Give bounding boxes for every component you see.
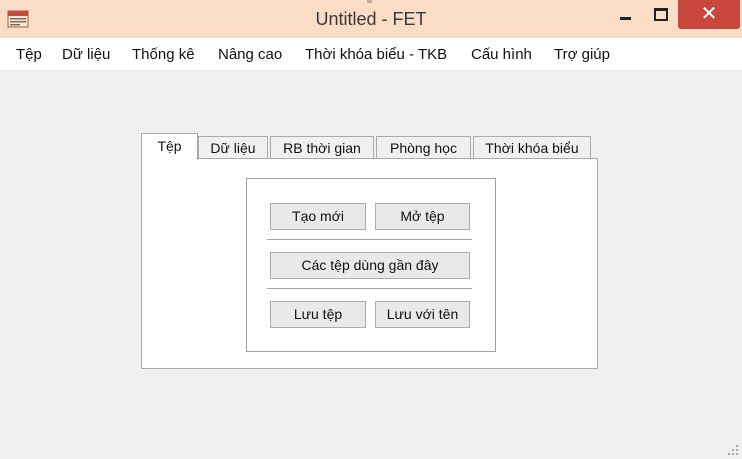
separator (267, 239, 472, 241)
save-as-button[interactable]: Lưu với tên (375, 301, 470, 328)
separator (267, 288, 472, 290)
menu-help[interactable]: Trợ giúp (554, 46, 610, 63)
tab-timetable[interactable]: Thời khóa biểu (473, 136, 591, 158)
resize-grip-icon[interactable] (728, 445, 738, 455)
recent-files-button[interactable]: Các tệp dùng gần đây (270, 252, 470, 279)
menu-file[interactable]: Tệp (16, 46, 42, 63)
menu-statistics[interactable]: Thống kê (132, 46, 195, 63)
minimize-button[interactable] (609, 0, 643, 28)
title-bar[interactable]: Untitled - FET ✕ (0, 0, 742, 38)
save-file-button[interactable]: Lưu tệp (270, 301, 366, 328)
file-tab-panel: Tạo mới Mở tệp Các tệp dùng gần đây Lưu … (141, 158, 598, 369)
maximize-button[interactable] (643, 0, 676, 28)
tab-time-constraints[interactable]: RB thời gian (270, 136, 374, 158)
tab-data[interactable]: Dữ liệu (198, 136, 268, 158)
close-icon: ✕ (700, 3, 718, 25)
menu-bar: Tệp Dữ liệu Thống kê Nâng cao Thời khóa … (0, 38, 742, 71)
menu-timetables[interactable]: Thời khóa biểu - TKB (305, 46, 447, 63)
title-dot (367, 0, 372, 3)
menu-settings[interactable]: Cấu hình (471, 46, 532, 63)
close-button[interactable]: ✕ (678, 0, 740, 29)
tab-rooms[interactable]: Phòng học (376, 136, 471, 158)
menu-data[interactable]: Dữ liệu (62, 46, 110, 63)
new-file-button[interactable]: Tạo mới (270, 203, 366, 230)
file-actions-group: Tạo mới Mở tệp Các tệp dùng gần đây Lưu … (246, 178, 496, 352)
open-file-button[interactable]: Mở tệp (375, 203, 470, 230)
menu-advanced[interactable]: Nâng cao (218, 46, 282, 63)
main-window-area: Tệp Dữ liệu RB thời gian Phòng học Thời … (0, 71, 742, 459)
tab-file[interactable]: Tệp (141, 133, 198, 160)
